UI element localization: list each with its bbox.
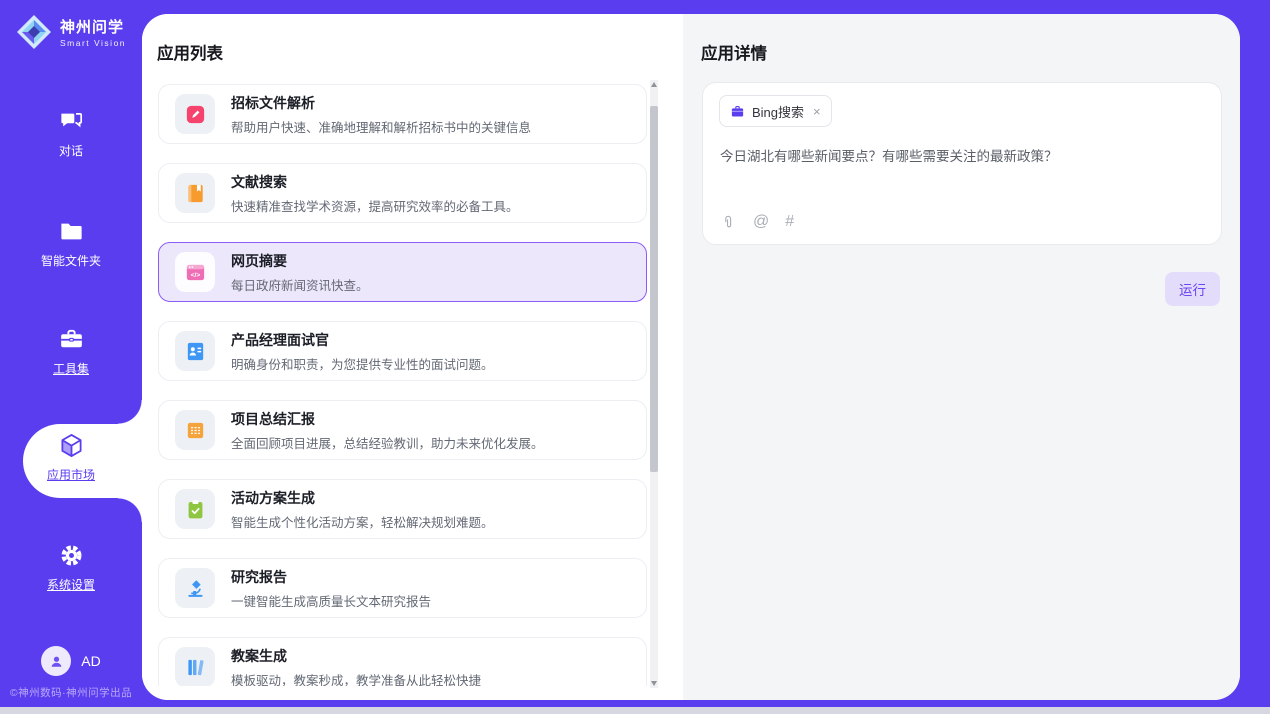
brand-name: 神州问学 xyxy=(60,16,126,37)
microscope-icon xyxy=(175,568,215,608)
prompt-card: Bing搜索 × 今日湖北有哪些新闻要点？有哪些需要关注的最新政策？ @# xyxy=(702,82,1222,245)
app-card[interactable]: </> 网页摘要 每日政府新闻资讯快查。 xyxy=(158,242,647,302)
app-card[interactable]: 项目总结汇报 全面回顾项目进展，总结经验教训，助力未来优化发展。 xyxy=(158,400,647,460)
sidebar-item-label: 系统设置 xyxy=(47,576,95,593)
resume-icon xyxy=(175,331,215,371)
tag-close-icon[interactable]: × xyxy=(813,105,821,118)
sidebar-item-app-market[interactable]: 应用市场 xyxy=(0,432,142,483)
clipboard-icon xyxy=(175,489,215,529)
bubble-corner-bottom xyxy=(118,498,142,522)
app-card-title: 项目总结汇报 xyxy=(231,409,544,429)
sidebar-item-label: 应用市场 xyxy=(47,466,95,483)
run-button[interactable]: 运行 xyxy=(1165,272,1220,306)
bubble-corner-top xyxy=(118,400,142,424)
app-list-title: 应用列表 xyxy=(157,40,223,64)
user-chip[interactable]: AD xyxy=(0,646,142,676)
main-panel: 应用列表 招标文件解析 帮助用户快速、准确地理解和解析招标书中的关键信息 文献搜… xyxy=(142,14,1240,700)
app-card[interactable]: 研究报告 一键智能生成高质量长文本研究报告 xyxy=(158,558,647,618)
brand-diamond-icon xyxy=(14,12,54,52)
app-card-desc: 全面回顾项目进展，总结经验教训，助力未来优化发展。 xyxy=(231,433,544,452)
briefcase-icon xyxy=(730,104,745,119)
app-list: 招标文件解析 帮助用户快速、准确地理解和解析招标书中的关键信息 文献搜索 快速精… xyxy=(158,84,647,686)
folder-icon xyxy=(58,218,85,245)
tool-tag-label: Bing搜索 xyxy=(752,102,804,121)
sidebar-item-label: 对话 xyxy=(59,142,83,159)
app-card-title: 活动方案生成 xyxy=(231,488,494,508)
app-card[interactable]: 文献搜索 快速精准查找学术资源，提高研究效率的必备工具。 xyxy=(158,163,647,223)
app-card[interactable]: 招标文件解析 帮助用户快速、准确地理解和解析招标书中的关键信息 xyxy=(158,84,647,144)
sidebar-item-label: 工具集 xyxy=(53,360,89,377)
prompt-input[interactable]: 今日湖北有哪些新闻要点？有哪些需要关注的最新政策？ xyxy=(720,145,1200,165)
app-card-title: 教案生成 xyxy=(231,646,481,666)
svg-text:</>: </> xyxy=(190,272,200,279)
app-card-title: 网页摘要 xyxy=(231,251,369,271)
app-card-title: 研究报告 xyxy=(231,567,431,587)
note-icon xyxy=(175,410,215,450)
app-card-desc: 明确身份和职责，为您提供专业性的面试问题。 xyxy=(231,354,494,373)
app-card-desc: 一键智能生成高质量长文本研究报告 xyxy=(231,591,431,610)
composer-toolbar: @# xyxy=(720,213,794,231)
scrollbar[interactable] xyxy=(650,80,658,688)
sidebar-item-smart-folder[interactable]: 智能文件夹 xyxy=(0,218,142,269)
at-icon[interactable]: @ xyxy=(753,213,769,231)
avatar xyxy=(41,646,71,676)
app-card-desc: 每日政府新闻资讯快查。 xyxy=(231,275,369,294)
app-card-title: 文献搜索 xyxy=(231,172,519,192)
sidebar-item-system-settings[interactable]: 系统设置 xyxy=(0,542,142,593)
app-list-panel: 应用列表 招标文件解析 帮助用户快速、准确地理解和解析招标书中的关键信息 文献搜… xyxy=(142,14,683,700)
app-detail-panel: 应用详情 Bing搜索 × 今日湖北有哪些新闻要点？有哪些需要关注的最新政策？ … xyxy=(683,14,1240,700)
brand-logo: 神州问学 Smart Vision xyxy=(14,12,126,52)
scrollbar-up-arrow[interactable] xyxy=(650,80,658,90)
chat-icon xyxy=(58,108,85,135)
cube-icon xyxy=(58,432,85,459)
sidebar-item-chat[interactable]: 对话 xyxy=(0,108,142,159)
user-name: AD xyxy=(81,653,100,669)
app-card-desc: 帮助用户快速、准确地理解和解析招标书中的关键信息 xyxy=(231,117,531,136)
app-card[interactable]: 活动方案生成 智能生成个性化活动方案，轻松解决规划难题。 xyxy=(158,479,647,539)
tool-tag-bing-search[interactable]: Bing搜索 × xyxy=(719,95,832,127)
hash-icon[interactable]: # xyxy=(785,213,794,231)
scrollbar-thumb[interactable] xyxy=(650,106,658,472)
pen-square-icon xyxy=(175,94,215,134)
app-card-desc: 智能生成个性化活动方案，轻松解决规划难题。 xyxy=(231,512,494,531)
gear-icon xyxy=(58,542,85,569)
toolbox-icon xyxy=(58,326,85,353)
brand-subtitle: Smart Vision xyxy=(60,38,126,48)
sidebar-item-toolset[interactable]: 工具集 xyxy=(0,326,142,377)
browser-code-icon: </> xyxy=(175,252,215,292)
app-card-title: 产品经理面试官 xyxy=(231,330,494,350)
scrollbar-down-arrow[interactable] xyxy=(650,678,658,688)
app-card-title: 招标文件解析 xyxy=(231,93,531,113)
app-card-desc: 快速精准查找学术资源，提高研究效率的必备工具。 xyxy=(231,196,519,215)
sidebar-item-label: 智能文件夹 xyxy=(41,252,101,269)
sidebar: 神州问学 Smart Vision 对话 智能文件夹 工具集 应用市场 系统设置… xyxy=(0,0,142,707)
app-card-desc: 模板驱动，教案秒成，教学准备从此轻松快捷 xyxy=(231,670,481,687)
app-card[interactable]: 教案生成 模板驱动，教案秒成，教学准备从此轻松快捷 xyxy=(158,637,647,686)
app-frame: 神州问学 Smart Vision 对话 智能文件夹 工具集 应用市场 系统设置… xyxy=(0,0,1270,707)
paperclip-icon[interactable] xyxy=(720,214,737,231)
app-card[interactable]: 产品经理面试官 明确身份和职责，为您提供专业性的面试问题。 xyxy=(158,321,647,381)
book-icon xyxy=(175,173,215,213)
books-icon xyxy=(175,647,215,686)
copyright-text: ©神州数码·神州问学出品 xyxy=(0,685,142,700)
app-detail-title: 应用详情 xyxy=(701,40,767,64)
